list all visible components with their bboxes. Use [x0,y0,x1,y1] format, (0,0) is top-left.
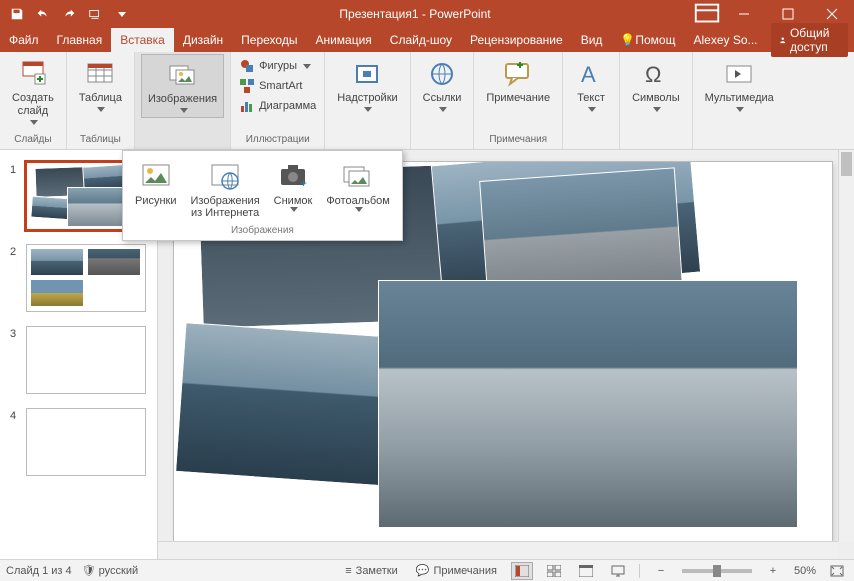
slide-sorter-view-icon[interactable] [543,562,565,580]
picture-icon [139,159,173,193]
svg-text:+: + [300,176,307,190]
reading-view-icon[interactable] [575,562,597,580]
ribbon-tabs: Файл Главная Вставка Дизайн Переходы Ани… [0,28,854,52]
thumb-number: 3 [10,326,20,340]
tab-file[interactable]: Файл [0,28,48,52]
slideshow-view-icon[interactable] [607,562,629,580]
tab-transitions[interactable]: Переходы [232,28,306,52]
fit-to-window-button[interactable] [826,562,848,580]
title-bar: Презентация1 - PowerPoint [0,0,854,28]
addins-icon [351,58,383,90]
svg-text:A: A [581,62,596,87]
tab-animation[interactable]: Анимация [306,28,380,52]
table-button[interactable]: Таблица [73,54,128,116]
text-icon: A [575,58,607,90]
slide-thumbnail-2[interactable] [26,244,146,312]
ribbon-display-icon[interactable] [692,0,722,29]
table-icon [84,58,116,90]
shapes-button[interactable]: Фигуры [239,58,316,74]
text-button[interactable]: A Текст [569,54,613,116]
media-button[interactable]: Мультимедиа [699,54,780,116]
screenshot-button[interactable]: + Снимок [270,157,317,221]
group-comments: Примечание Примечания [474,52,563,149]
group-links: Ссылки [411,52,475,149]
online-pictures-icon [208,159,242,193]
group-illustrations: Фигуры SmartArt Диаграмма Иллюстрации [231,52,325,149]
group-slides: Создать слайд Слайды [0,52,67,149]
comments-button[interactable]: 💬 Примечания [412,564,501,577]
online-pictures-button[interactable]: Изображения из Интернета [187,157,264,221]
group-addins: Надстройки [325,52,410,149]
normal-view-icon[interactable] [511,562,533,580]
zoom-in-button[interactable]: + [762,562,784,580]
thumb-number: 4 [10,408,20,422]
tab-design[interactable]: Дизайн [174,28,232,52]
user-account[interactable]: Alexey So... [684,33,766,47]
slide-thumbnail-3[interactable] [26,326,146,394]
screenshot-icon: + [276,159,310,193]
group-images: Изображения [135,52,231,149]
tab-home[interactable]: Главная [48,28,112,52]
smartart-icon [239,78,255,94]
redo-icon[interactable] [58,3,80,25]
comment-icon [502,58,534,90]
group-symbols: Ω Символы [620,52,693,149]
zoom-out-button[interactable]: − [650,562,672,580]
tab-help[interactable]: 💡 Помощ [611,28,684,52]
undo-icon[interactable] [32,3,54,25]
start-from-beginning-icon[interactable] [84,3,106,25]
qat-customize-icon[interactable] [110,3,132,25]
slide-thumbnail-4[interactable] [26,408,146,476]
save-icon[interactable] [6,3,28,25]
zoom-slider[interactable] [682,569,752,573]
thumb-number: 2 [10,244,20,258]
images-button[interactable]: Изображения [141,54,224,118]
smartart-button[interactable]: SmartArt [239,78,316,94]
slide-counter[interactable]: Слайд 1 из 4 [6,565,72,577]
new-slide-icon [17,58,49,90]
media-icon [723,58,755,90]
addins-button[interactable]: Надстройки [331,54,403,116]
pictures-from-file-button[interactable]: Рисунки [131,157,181,221]
photo-album-button[interactable]: Фотоальбом [322,157,394,221]
group-tables: Таблица Таблицы [67,52,135,149]
notes-button[interactable]: ≡ Заметки [341,565,402,577]
tab-insert[interactable]: Вставка [111,28,174,52]
shapes-icon [239,58,255,74]
chart-icon [239,98,255,114]
links-icon [426,58,458,90]
links-button[interactable]: Ссылки [417,54,468,116]
photo-album-icon [341,159,375,193]
dropdown-group-label: Изображения [131,221,394,238]
symbols-button[interactable]: Ω Символы [626,54,686,116]
zoom-level[interactable]: 50% [794,565,816,577]
comment-button[interactable]: Примечание [480,54,556,109]
quick-access-toolbar [0,3,138,25]
language-indicator[interactable]: 🛡 русский [82,564,139,577]
thumb-number: 1 [10,162,20,176]
horizontal-scrollbar[interactable] [158,541,838,559]
group-media: Мультимедиа [693,52,786,149]
group-text: A Текст [563,52,620,149]
vertical-scrollbar[interactable] [838,150,854,541]
new-slide-button[interactable]: Создать слайд [6,54,60,129]
tab-slideshow[interactable]: Слайд-шоу [381,28,461,52]
images-icon [167,59,199,91]
minimize-button[interactable] [722,0,766,28]
chart-button[interactable]: Диаграмма [239,98,316,114]
status-bar: Слайд 1 из 4 🛡 русский ≡ Заметки 💬 Приме… [0,559,854,581]
tab-view[interactable]: Вид [572,28,612,52]
symbols-icon: Ω [640,58,672,90]
svg-text:Ω: Ω [645,62,661,87]
images-dropdown: Рисунки Изображения из Интернета + Снимо… [122,150,403,241]
tab-review[interactable]: Рецензирование [461,28,572,52]
ribbon: Создать слайд Слайды Таблица Таблицы Изо… [0,52,854,150]
window-title: Презентация1 - PowerPoint [138,7,692,21]
